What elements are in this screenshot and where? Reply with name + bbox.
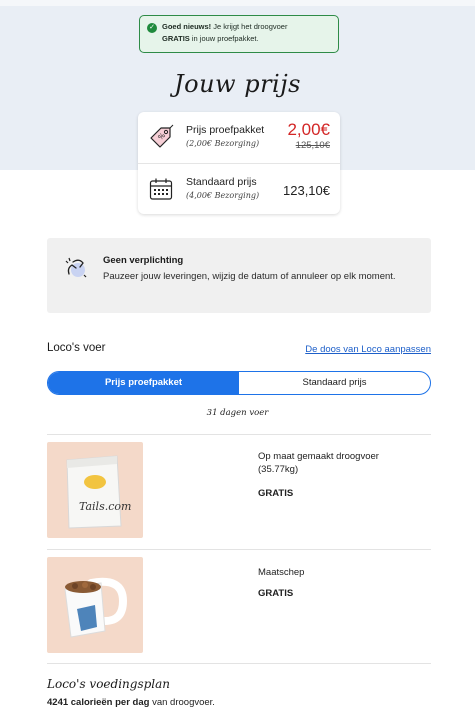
toggle-standard-price[interactable]: Standaard prijs — [239, 372, 430, 394]
calories-per-day: 4241 calorieën per dag — [47, 697, 150, 708]
days-of-food: 31 dagen voer — [206, 408, 269, 418]
divider — [47, 434, 431, 435]
notice-text: Je krijgt het droogvoer — [211, 22, 288, 31]
trial-price-value: 2,00€ — [287, 120, 330, 139]
standard-price-value: 123,10€ — [283, 183, 330, 198]
food-section-title: Loco's voer — [47, 342, 106, 354]
standard-price-row: Standaard prijs (4,00€ Bezorging) 123,10… — [138, 163, 340, 213]
top-bar — [0, 0, 475, 6]
calendar-icon — [149, 178, 173, 200]
price-tag-icon: % — [150, 124, 174, 148]
trial-price-label: Prijs proefpakket — [186, 124, 265, 136]
scoop-image — [47, 557, 143, 653]
no-commitment-heading: Geen verplichting — [103, 255, 184, 266]
check-icon: ✓ — [147, 23, 157, 33]
feeding-plan-text: 4241 calorieën per dag van droogvoer. — [47, 697, 215, 708]
product-price: GRATIS — [258, 588, 294, 599]
pause-hands-icon — [65, 257, 87, 278]
no-commitment-box: Geen verplichting Pauzeer jouw leveringe… — [47, 238, 431, 313]
trial-old-price: 125,10€ — [295, 140, 330, 151]
good-news-notice: ✓ Goed nieuws! Je krijgt het droogvoer G… — [139, 15, 339, 53]
product-name: Op maat gemaakt droogvoer (35.77kg) — [258, 451, 379, 475]
toggle-trial-price[interactable]: Prijs proefpakket — [48, 372, 239, 394]
price-card: % Prijs proefpakket (2,00€ Bezorging) 2,… — [138, 112, 340, 214]
dry-food-image: Tails.com — [47, 442, 143, 538]
feeding-plan-title: Loco's voedingsplan — [47, 677, 171, 691]
notice-free: GRATIS — [162, 34, 190, 43]
no-commitment-text: Pauzeer jouw leveringen, wijzig de datum… — [103, 271, 396, 282]
product-price: GRATIS — [258, 488, 294, 499]
notice-bold: Goed nieuws! — [162, 22, 212, 31]
standard-price-label: Standaard prijs — [186, 176, 257, 188]
trial-price-row: % Prijs proefpakket (2,00€ Bezorging) 2,… — [138, 112, 340, 162]
standard-delivery-note: (4,00€ Bezorging) — [186, 191, 260, 200]
price-toggle: Prijs proefpakket Standaard prijs — [47, 371, 431, 395]
trial-delivery-note: (2,00€ Bezorging) — [186, 139, 260, 148]
page-title: Jouw prijs — [174, 70, 301, 98]
edit-box-link[interactable]: De doos van Loco aanpassen — [305, 344, 431, 355]
feeding-plan-suffix: van droogvoer. — [149, 697, 215, 708]
bag-brand-text: Tails.com — [79, 500, 131, 513]
product-name: Maatschep — [258, 567, 305, 578]
divider — [47, 663, 431, 664]
notice-text-2: in jouw proefpakket. — [189, 34, 259, 43]
food-bag-illustration: Tails.com — [66, 455, 131, 529]
divider — [47, 549, 431, 550]
scoop-illustration — [64, 577, 128, 638]
